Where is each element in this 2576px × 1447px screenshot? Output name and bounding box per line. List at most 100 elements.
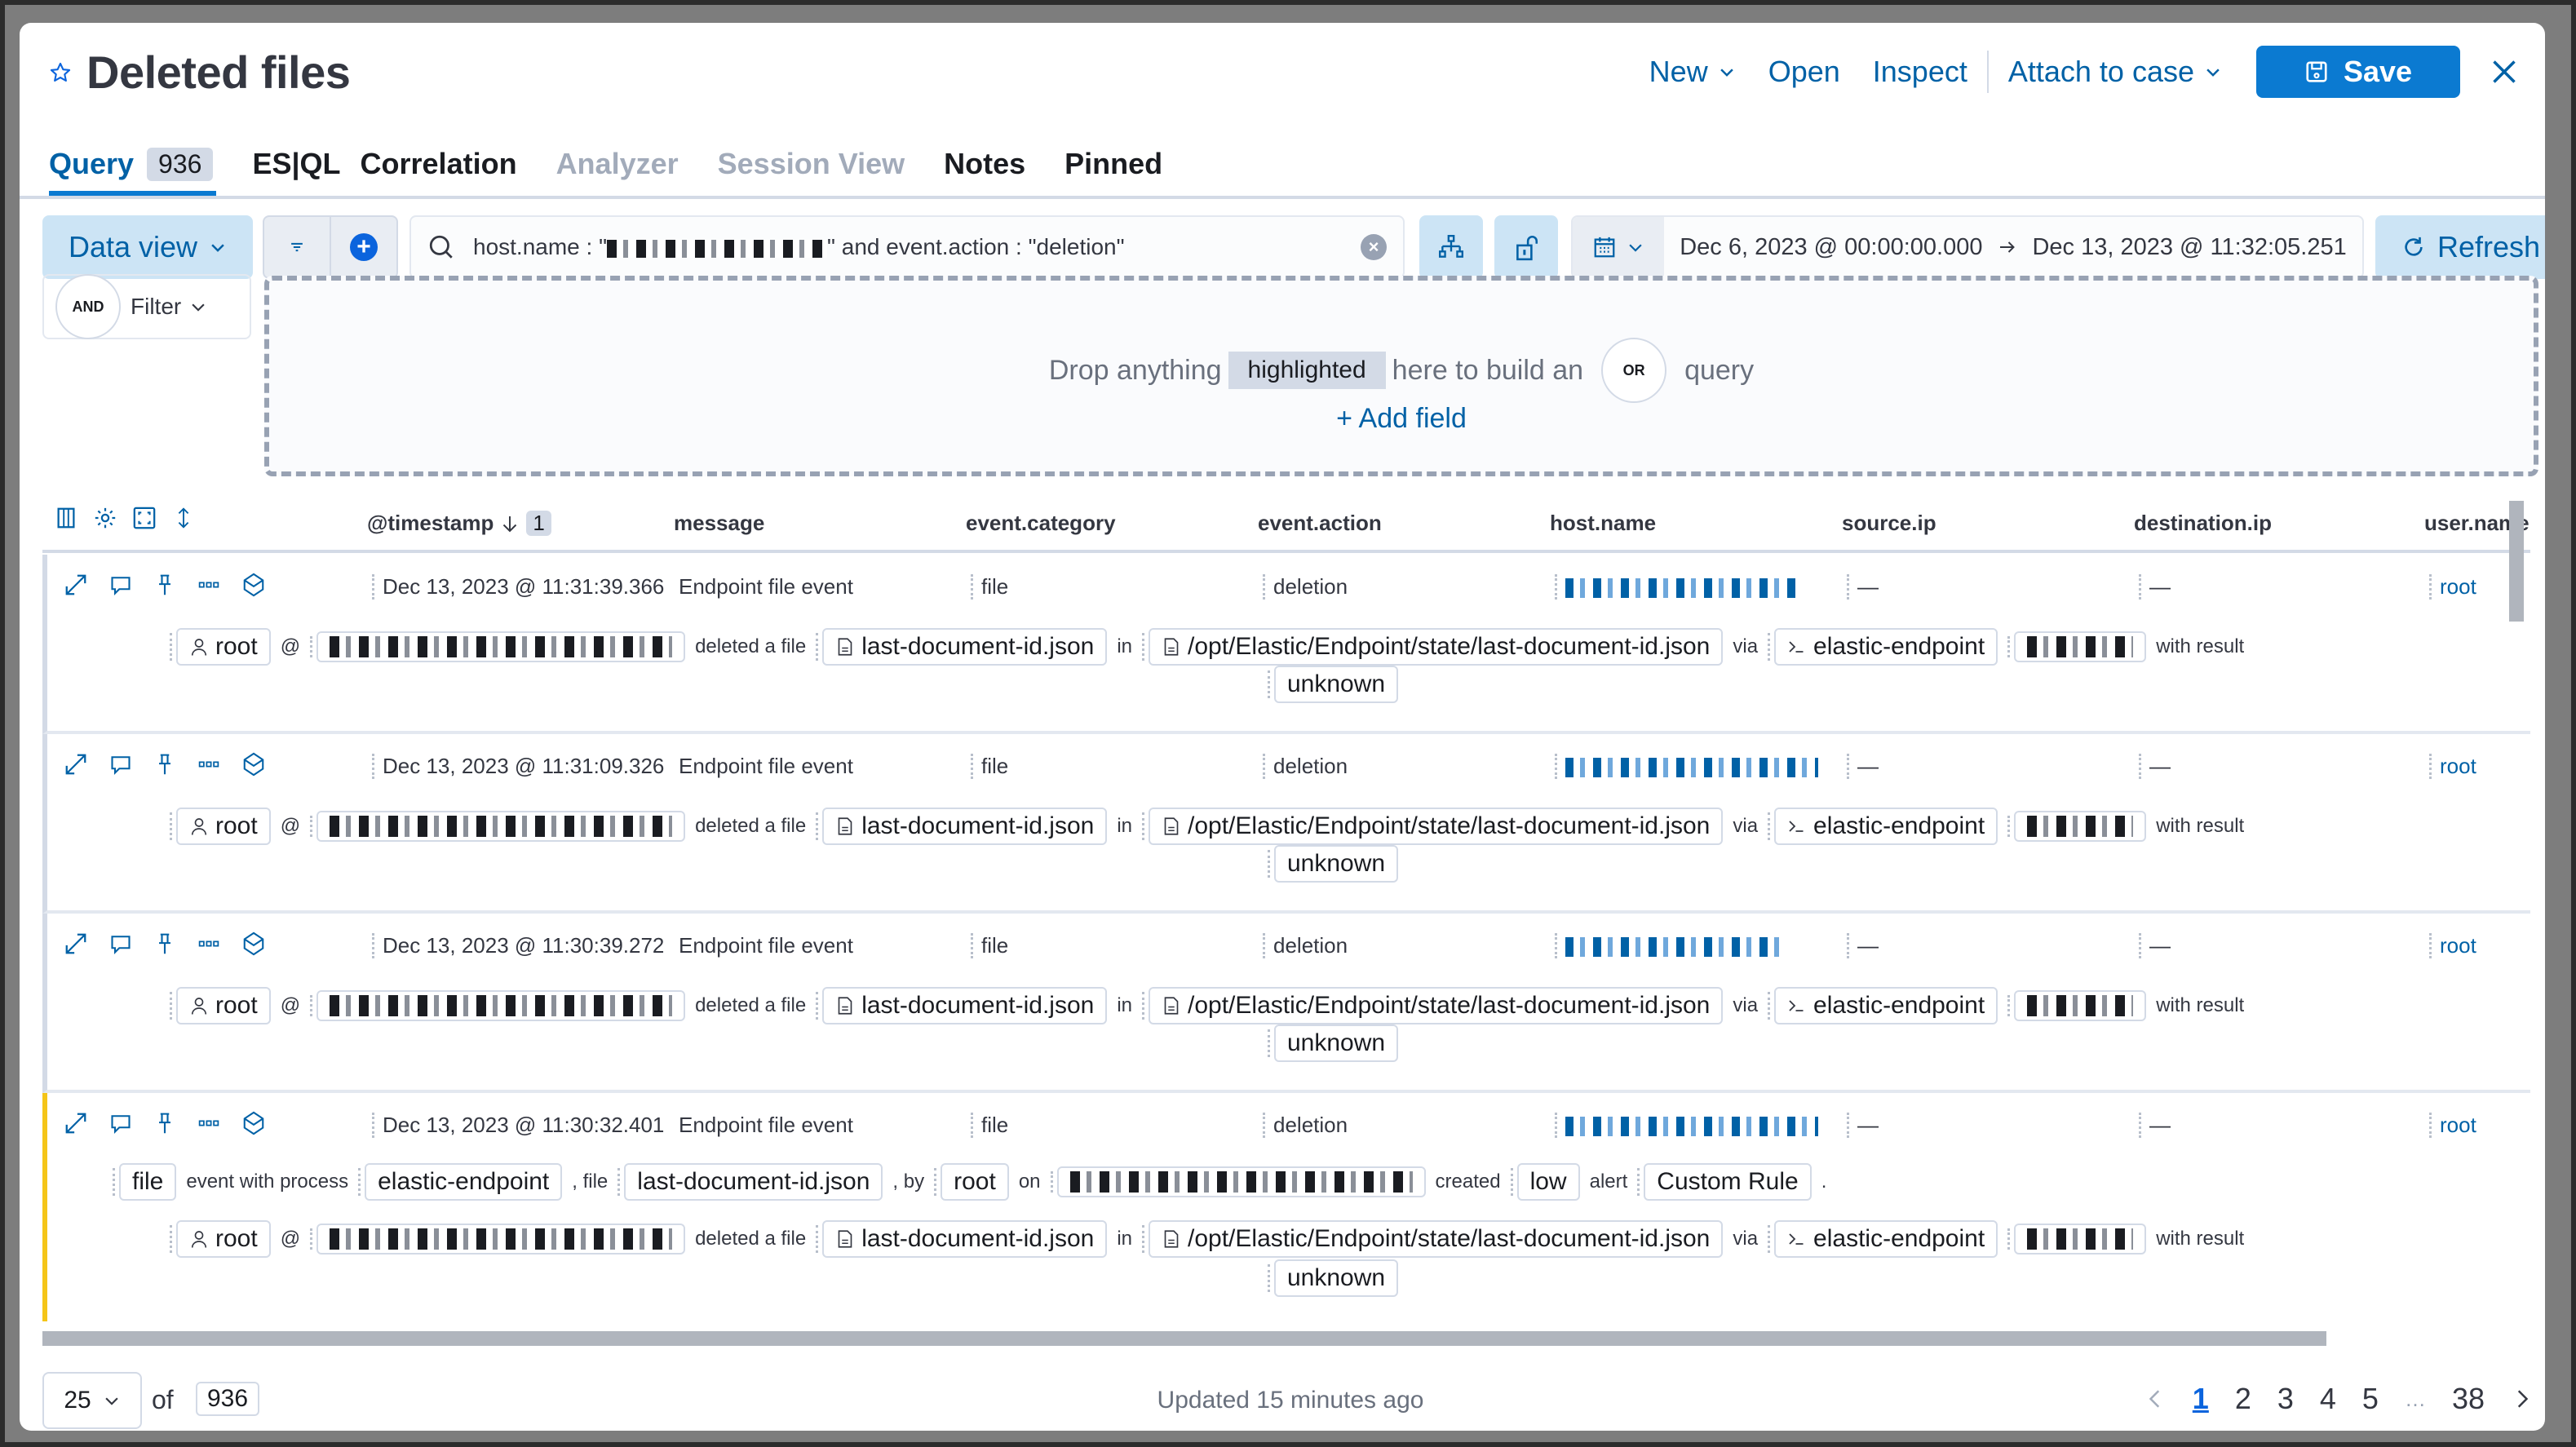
data-view-button[interactable]: Data view — [42, 215, 253, 279]
tab-pinned[interactable]: Pinned — [1064, 147, 1162, 192]
expand-icon[interactable] — [64, 1111, 88, 1135]
cell-destination-ip[interactable]: — — [2139, 1113, 2171, 1138]
more-actions-icon[interactable] — [197, 573, 220, 596]
analyze-event-icon[interactable] — [241, 931, 266, 956]
chevron-left-icon[interactable] — [2145, 1388, 2167, 1409]
result-chip[interactable]: unknown — [1267, 666, 1399, 703]
page-3[interactable]: 3 — [2277, 1382, 2294, 1416]
rule-chip[interactable]: Custom Rule — [1637, 1163, 1812, 1201]
tab-correlation[interactable]: Correlation — [361, 147, 517, 192]
rows-per-page-select[interactable]: 25 — [42, 1372, 142, 1429]
file-name-chip[interactable]: last-document-id.json — [617, 1163, 883, 1201]
user-chip[interactable]: root — [170, 987, 271, 1024]
page-2[interactable]: 2 — [2235, 1382, 2251, 1416]
cell-event-category[interactable]: file — [971, 754, 1008, 779]
cell-host-name[interactable] — [1555, 1113, 1818, 1138]
cell-message[interactable]: Endpoint file event — [671, 574, 853, 600]
pin-icon[interactable] — [153, 1112, 176, 1135]
cell-event-action[interactable]: deletion — [1263, 1113, 1348, 1138]
user-chip[interactable]: root — [934, 1163, 1009, 1201]
add-field-button[interactable]: + Add field — [269, 403, 2534, 435]
cell-source-ip[interactable]: — — [1847, 754, 1879, 779]
inspect-button[interactable]: Inspect — [1857, 55, 1984, 89]
file-name-chip[interactable]: last-document-id.json — [816, 628, 1108, 666]
process-chip[interactable]: elastic-endpoint — [358, 1163, 563, 1201]
analyze-event-icon[interactable] — [241, 1111, 266, 1135]
quick-select-button[interactable] — [1573, 217, 1664, 277]
cell-event-action[interactable]: deletion — [1263, 754, 1348, 779]
cell-event-category[interactable]: file — [971, 1113, 1008, 1138]
columns-icon[interactable] — [54, 506, 78, 530]
pin-icon[interactable] — [153, 573, 176, 596]
hash-chip[interactable] — [2007, 631, 2147, 662]
end-date[interactable]: Dec 13, 2023 @ 11:32:05.251 — [2032, 234, 2346, 261]
cell-host-name[interactable] — [1555, 933, 1786, 958]
host-chip[interactable] — [1050, 1166, 1426, 1197]
severity-chip[interactable]: low — [1510, 1163, 1580, 1201]
expand-icon[interactable] — [64, 752, 88, 777]
page-1[interactable]: 1 — [2193, 1382, 2209, 1416]
expand-icon[interactable] — [64, 931, 88, 956]
comment-icon[interactable] — [109, 573, 132, 596]
file-path-chip[interactable]: /opt/Elastic/Endpoint/state/last-documen… — [1142, 1220, 1724, 1258]
user-chip[interactable]: root — [170, 628, 271, 666]
cell-source-ip[interactable]: — — [1847, 933, 1879, 958]
close-icon[interactable] — [2488, 55, 2521, 88]
attach-to-case-button[interactable]: Attach to case — [1992, 55, 2238, 89]
cell-user-name[interactable]: root — [2429, 754, 2476, 779]
result-chip[interactable]: unknown — [1267, 845, 1399, 883]
filter-dropdown[interactable]: Filter — [131, 294, 207, 320]
page-5[interactable]: 5 — [2362, 1382, 2379, 1416]
cell-timestamp[interactable]: Dec 13, 2023 @ 11:31:09.326 — [372, 754, 664, 779]
cell-user-name[interactable]: root — [2429, 933, 2476, 958]
more-actions-icon[interactable] — [197, 1112, 220, 1135]
refresh-button[interactable]: Refresh — [2375, 215, 2545, 279]
category-chip[interactable]: file — [112, 1163, 177, 1201]
analyze-event-icon[interactable] — [241, 752, 266, 777]
horizontal-scrollbar[interactable] — [42, 1331, 2326, 1346]
file-path-chip[interactable]: /opt/Elastic/Endpoint/state/last-documen… — [1142, 628, 1724, 666]
comment-icon[interactable] — [109, 932, 132, 955]
fullscreen-icon[interactable] — [132, 506, 157, 530]
cell-timestamp[interactable]: Dec 13, 2023 @ 11:30:32.401 — [372, 1113, 664, 1138]
start-date[interactable]: Dec 6, 2023 @ 00:00:00.000 — [1680, 234, 1982, 261]
tab-esql[interactable]: ES|QL — [252, 147, 340, 192]
cell-event-action[interactable]: deletion — [1263, 933, 1348, 958]
result-chip[interactable]: unknown — [1267, 1024, 1399, 1062]
star-icon[interactable] — [49, 61, 72, 84]
process-chip[interactable]: elastic-endpoint — [1768, 628, 1998, 666]
user-chip[interactable]: root — [170, 1220, 271, 1258]
cell-timestamp[interactable]: Dec 13, 2023 @ 11:31:39.366 — [372, 574, 664, 600]
hash-chip[interactable] — [2007, 1224, 2147, 1255]
cell-destination-ip[interactable]: — — [2139, 933, 2171, 958]
gear-icon[interactable] — [93, 506, 117, 530]
filter-group[interactable]: AND Filter — [42, 274, 251, 339]
file-path-chip[interactable]: /opt/Elastic/Endpoint/state/last-documen… — [1142, 987, 1724, 1024]
page-4[interactable]: 4 — [2320, 1382, 2336, 1416]
cell-event-category[interactable]: file — [971, 933, 1008, 958]
host-chip[interactable] — [310, 1224, 686, 1255]
comment-icon[interactable] — [109, 1112, 132, 1135]
pin-icon[interactable] — [153, 753, 176, 776]
file-name-chip[interactable]: last-document-id.json — [816, 808, 1108, 845]
hash-chip[interactable] — [2007, 811, 2147, 842]
chevron-right-icon[interactable] — [2511, 1388, 2532, 1409]
file-path-chip[interactable]: /opt/Elastic/Endpoint/state/last-documen… — [1142, 808, 1724, 845]
kql-search-input[interactable]: host.name : " " and event.action : "delet… — [409, 215, 1405, 279]
analyze-event-icon[interactable] — [241, 573, 266, 597]
more-actions-icon[interactable] — [197, 932, 220, 955]
comment-icon[interactable] — [109, 753, 132, 776]
cell-host-name[interactable] — [1555, 574, 1802, 600]
lock-toggle-button[interactable] — [1494, 215, 1558, 279]
more-actions-icon[interactable] — [197, 753, 220, 776]
process-chip[interactable]: elastic-endpoint — [1768, 808, 1998, 845]
column-header-source-ip[interactable]: source.ip — [1842, 511, 1936, 536]
cell-timestamp[interactable]: Dec 13, 2023 @ 11:30:39.272 — [372, 933, 664, 958]
user-chip[interactable]: root — [170, 808, 271, 845]
column-header-timestamp[interactable]: @timestamp 1 — [367, 511, 551, 536]
column-header-host-name[interactable]: host.name — [1550, 511, 1656, 536]
host-chip[interactable] — [310, 990, 686, 1021]
column-header-message[interactable]: message — [674, 511, 764, 536]
clear-icon[interactable]: × — [1361, 234, 1387, 260]
page-38[interactable]: 38 — [2452, 1382, 2485, 1416]
